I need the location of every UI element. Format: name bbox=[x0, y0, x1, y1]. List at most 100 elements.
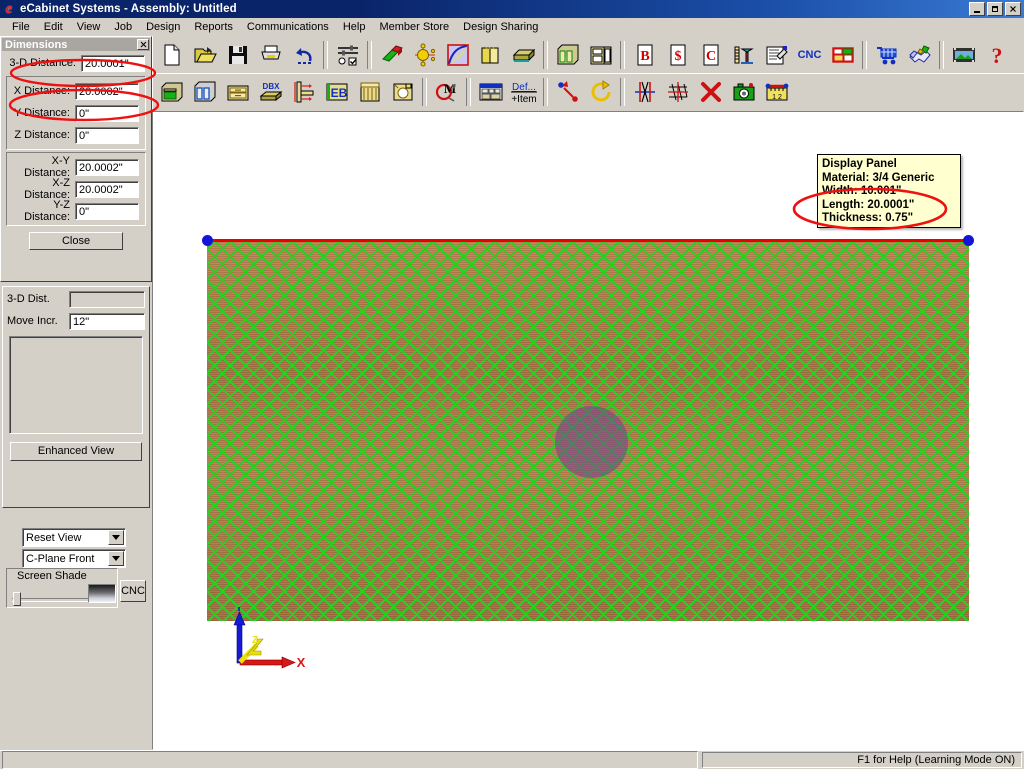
toolbar-separator bbox=[422, 78, 427, 106]
undo-icon[interactable] bbox=[288, 39, 319, 70]
open-folder-icon[interactable] bbox=[189, 39, 220, 70]
display-panel-object[interactable] bbox=[207, 239, 969, 621]
menu-job[interactable]: Job bbox=[107, 19, 139, 35]
label-3d-distance: 3-D Distance: bbox=[9, 57, 76, 69]
menu-file[interactable]: File bbox=[5, 19, 37, 35]
cnc-button[interactable]: CNC bbox=[120, 580, 146, 602]
drawer-unit-icon[interactable] bbox=[222, 77, 253, 108]
save-disk-icon[interactable] bbox=[222, 39, 253, 70]
svg-text:Def...: Def... bbox=[512, 82, 536, 93]
grid-snap-icon[interactable] bbox=[662, 77, 693, 108]
application-window: e eCabinet Systems - Assembly: Untitled … bbox=[0, 0, 1024, 769]
measure-tool-icon[interactable] bbox=[728, 39, 759, 70]
field-x-distance: X Distance: 20.0002" bbox=[7, 80, 145, 102]
cost-report-icon[interactable]: $ bbox=[662, 39, 693, 70]
input-xy-distance[interactable]: 20.0002" bbox=[75, 158, 139, 176]
catalog-browser-icon[interactable] bbox=[475, 77, 506, 108]
base-cabinet-icon[interactable] bbox=[156, 77, 187, 108]
input-z-distance[interactable]: 0" bbox=[75, 126, 139, 144]
rotate-icon[interactable] bbox=[585, 77, 616, 108]
menu-member-store[interactable]: Member Store bbox=[372, 19, 456, 35]
edge-endpoint-right[interactable] bbox=[963, 235, 974, 246]
curve-surface-icon[interactable] bbox=[442, 39, 473, 70]
shade-preview-swatch[interactable] bbox=[88, 584, 116, 603]
design-viewport[interactable]: Display Panel Material: 3/4 Generic Widt… bbox=[152, 111, 1024, 750]
book-pages-icon[interactable] bbox=[475, 39, 506, 70]
dimensions-panel-title: Dimensions bbox=[5, 38, 68, 51]
handshake-icon[interactable] bbox=[904, 39, 935, 70]
input-xz-distance[interactable]: 20.0002" bbox=[75, 180, 139, 198]
enhanced-view-button[interactable]: Enhanced View bbox=[10, 442, 142, 461]
close-button[interactable]: Close bbox=[29, 232, 123, 250]
field-z-distance: Z Distance: 0" bbox=[7, 124, 145, 146]
dbx-panel-icon[interactable]: DBX bbox=[255, 77, 286, 108]
hardware-icon[interactable] bbox=[387, 77, 418, 108]
slider-thumb[interactable] bbox=[13, 592, 21, 606]
settings-sliders-icon[interactable] bbox=[332, 39, 363, 70]
help-question-icon[interactable]: ? bbox=[981, 39, 1012, 70]
print-icon[interactable] bbox=[255, 39, 286, 70]
wall-cabinet-icon[interactable] bbox=[189, 77, 220, 108]
edit-notes-icon[interactable] bbox=[761, 39, 792, 70]
render-image-icon[interactable] bbox=[948, 39, 979, 70]
edge-endpoint-left[interactable] bbox=[202, 235, 213, 246]
panel-board-icon[interactable] bbox=[508, 39, 539, 70]
bid-report-icon[interactable]: B bbox=[629, 39, 660, 70]
point-to-point-icon[interactable] bbox=[552, 77, 583, 108]
field-3d-distance: 3-D Distance: 20.0001" bbox=[1, 52, 151, 74]
info-list-box[interactable] bbox=[9, 336, 143, 434]
panel-close-icon[interactable] bbox=[137, 39, 149, 50]
menu-reports[interactable]: Reports bbox=[187, 19, 240, 35]
edgeband-icon[interactable]: EB bbox=[321, 77, 352, 108]
minimize-button[interactable] bbox=[969, 2, 985, 16]
window-title: eCabinet Systems - Assembly: Untitled bbox=[20, 3, 237, 15]
cabinet-box-icon[interactable] bbox=[552, 39, 583, 70]
input-3d-distance[interactable]: 20.0001" bbox=[81, 54, 145, 72]
close-button[interactable] bbox=[1005, 2, 1021, 16]
svg-text:?: ? bbox=[991, 43, 1002, 67]
panel-hole[interactable] bbox=[555, 406, 628, 478]
menu-help[interactable]: Help bbox=[336, 19, 373, 35]
new-document-icon[interactable] bbox=[156, 39, 187, 70]
dimension-part-icon[interactable] bbox=[288, 77, 319, 108]
svg-text:B: B bbox=[640, 49, 649, 64]
reset-view-dropdown[interactable]: Reset View bbox=[22, 528, 126, 547]
tooltip-line-title: Display Panel bbox=[822, 158, 897, 170]
menu-view[interactable]: View bbox=[70, 19, 108, 35]
toolbar-row-2: DBX EB M Def... +Item 1 2 bbox=[153, 73, 1024, 110]
menu-design-sharing[interactable]: Design Sharing bbox=[456, 19, 545, 35]
cabinet-library-icon[interactable] bbox=[585, 39, 616, 70]
define-item-icon[interactable]: Def... +Item bbox=[508, 77, 539, 108]
align-centers-icon[interactable] bbox=[629, 77, 660, 108]
ruler-measure-icon[interactable]: 1 2 bbox=[761, 77, 792, 108]
input-yz-distance[interactable]: 0" bbox=[75, 202, 139, 220]
node-points-icon[interactable] bbox=[409, 39, 440, 70]
field-xy-distance: X-Y Distance: 20.0002" bbox=[7, 155, 145, 179]
cnc-toolbar-icon[interactable]: CNC bbox=[794, 39, 825, 70]
menu-communications[interactable]: Communications bbox=[240, 19, 336, 35]
restore-button[interactable] bbox=[987, 2, 1003, 16]
svg-text:EB: EB bbox=[330, 86, 347, 100]
toolbar-row-1: B $ C CNC ? bbox=[153, 36, 1024, 73]
input-y-distance[interactable]: 0" bbox=[75, 104, 139, 122]
label-xz-distance: X-Z Distance: bbox=[24, 177, 70, 201]
dimensions-panel: Dimensions 3-D Distance: 20.0001" X Dist… bbox=[0, 36, 152, 282]
chevron-down-icon[interactable] bbox=[108, 551, 124, 566]
input-x-distance[interactable]: 20.0002" bbox=[75, 82, 139, 100]
shopping-cart-icon[interactable] bbox=[871, 39, 902, 70]
chevron-down-icon[interactable] bbox=[108, 530, 124, 545]
menu-design[interactable]: Design bbox=[139, 19, 187, 35]
toolbar-area: B $ C CNC ? DBX EB M Def... +Item 1 2 bbox=[152, 36, 1024, 111]
nesting-sheet-icon[interactable] bbox=[827, 39, 858, 70]
left-dock: Dimensions 3-D Distance: 20.0001" X Dist… bbox=[0, 36, 152, 750]
input-move-incr[interactable]: 12" bbox=[69, 312, 145, 330]
panel-info-tooltip: Display Panel Material: 3/4 Generic Widt… bbox=[817, 154, 961, 228]
extrusion-icon[interactable] bbox=[376, 39, 407, 70]
customer-report-icon[interactable]: C bbox=[695, 39, 726, 70]
door-front-icon[interactable] bbox=[354, 77, 385, 108]
cplane-dropdown[interactable]: C-Plane Front bbox=[22, 549, 126, 568]
camera-icon[interactable] bbox=[728, 77, 759, 108]
menu-edit[interactable]: Edit bbox=[37, 19, 70, 35]
delete-x-icon[interactable] bbox=[695, 77, 726, 108]
member-store-icon[interactable]: M bbox=[431, 77, 462, 108]
